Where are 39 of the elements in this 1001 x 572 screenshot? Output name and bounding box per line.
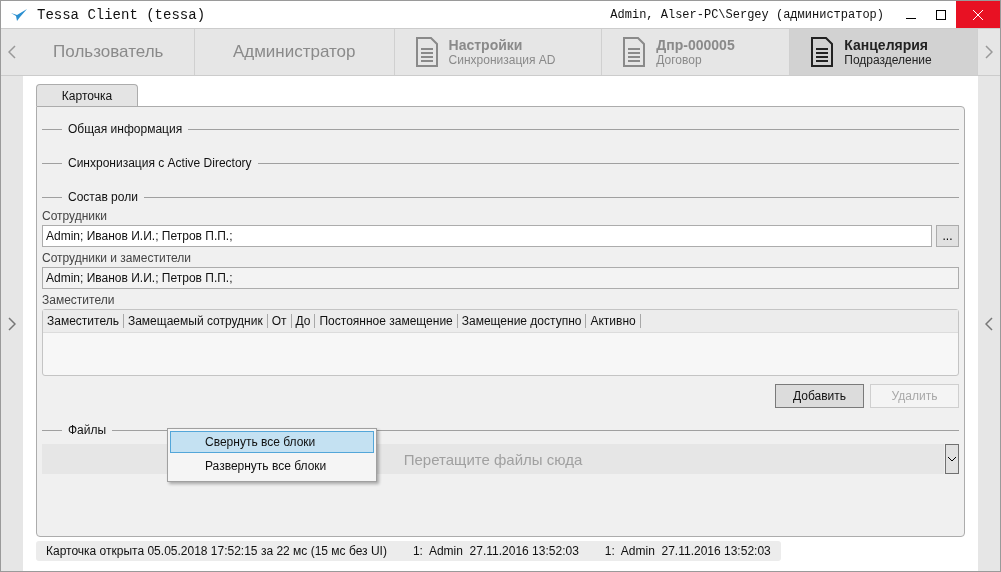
section-header[interactable]: Синхронизация с Active Directory <box>68 156 252 170</box>
document-icon <box>810 37 835 67</box>
chevron-left-icon[interactable] <box>7 45 16 59</box>
chevron-right-icon[interactable] <box>985 45 994 59</box>
chevron-right-icon[interactable] <box>8 316 16 331</box>
chevron-left-icon[interactable] <box>985 316 993 331</box>
menu-item[interactable]: Развернуть все блоки <box>170 455 374 477</box>
maximize-icon <box>936 9 946 20</box>
card-tab[interactable]: Карточка <box>36 84 138 106</box>
status-text: 1: Admin 27.11.2016 13:52:03 <box>604 544 771 558</box>
column-header[interactable]: До <box>291 314 316 328</box>
close-icon <box>973 9 983 20</box>
section-header[interactable]: Файлы <box>68 423 107 437</box>
dropdown-button[interactable] <box>945 444 959 474</box>
field-label: Заместители <box>42 293 116 307</box>
action-button[interactable]: Добавить <box>775 384 864 408</box>
text-field[interactable]: Admin; Иванов И.И.; Петров П.П.; <box>42 225 932 247</box>
document-tab[interactable]: Канцелярия Подразделение <box>790 29 979 75</box>
section-header[interactable]: Общая информация <box>68 122 183 136</box>
field-label: Сотрудники <box>42 209 108 223</box>
column-header[interactable]: Замещаемый сотрудник <box>123 314 268 328</box>
window-title: Tessa Client (tessa) <box>37 6 207 23</box>
document-icon <box>414 37 439 67</box>
column-header[interactable]: Заместитель <box>43 314 124 328</box>
status-text: 1: Admin 27.11.2016 13:52:03 <box>412 544 579 558</box>
menu-item[interactable]: Свернуть все блоки <box>170 431 374 453</box>
column-header[interactable]: Активно <box>586 314 641 328</box>
document-icon <box>622 37 647 67</box>
browse-button[interactable]: ... <box>936 225 959 247</box>
column-header[interactable]: Замещение доступно <box>457 314 587 328</box>
current-user: Admin, Alser-PC\Sergey (администратор) <box>610 7 884 22</box>
column-header[interactable]: От <box>267 314 292 328</box>
chevron-down-icon <box>948 456 956 462</box>
column-header[interactable]: Постоянное замещение <box>315 314 458 328</box>
section-header[interactable]: Состав роли <box>68 190 138 204</box>
status-text: Карточка открыта 05.05.2018 17:52:15 за 22 мс (15 мс без UI) <box>46 544 387 558</box>
bird-logo-icon <box>11 8 27 21</box>
field-label: Сотрудники и заместители <box>42 251 192 265</box>
minimize-icon <box>906 18 916 19</box>
